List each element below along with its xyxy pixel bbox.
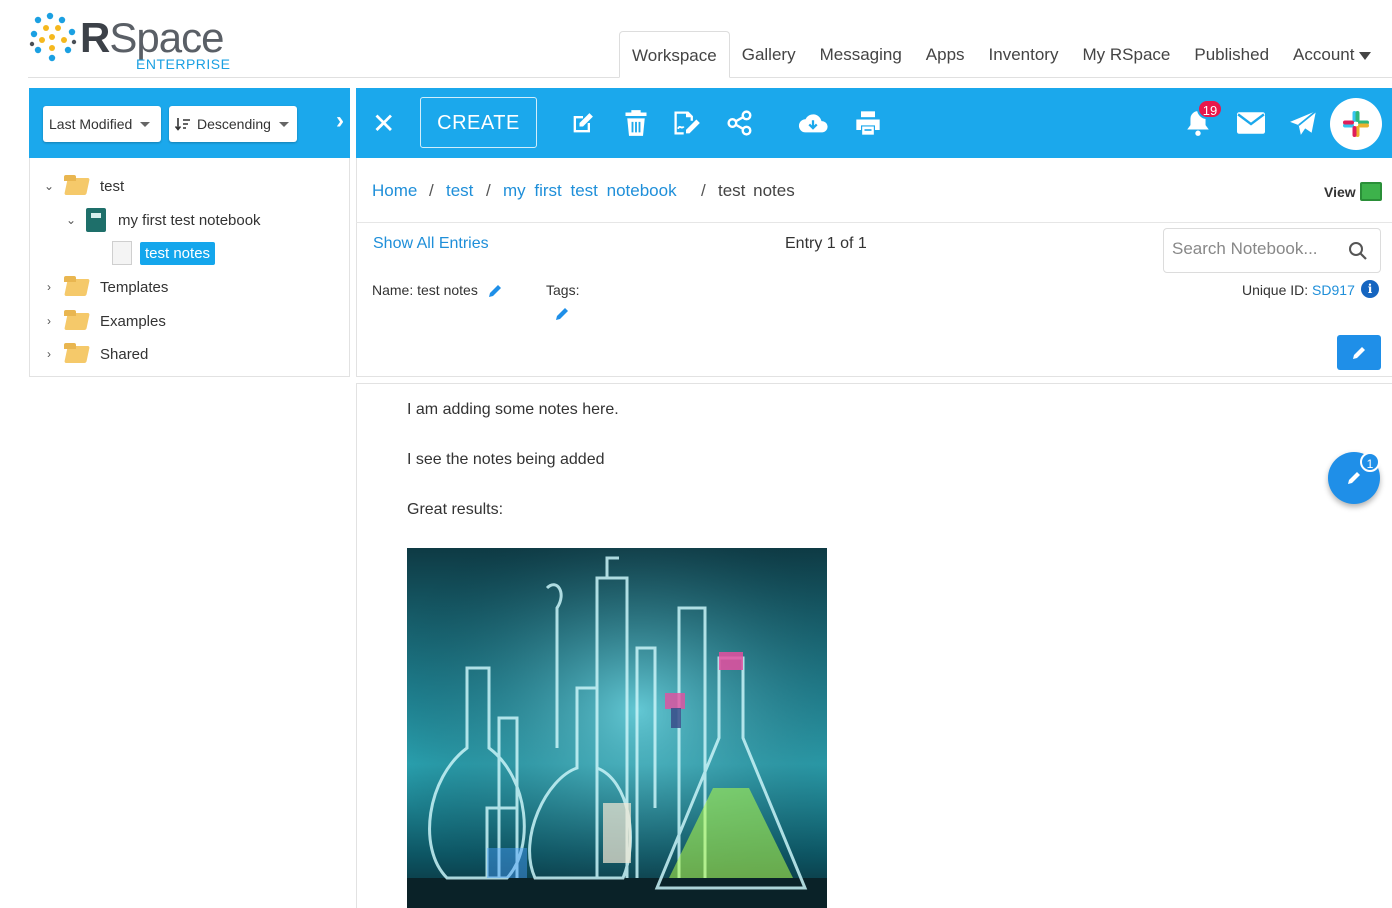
slack-icon[interactable] bbox=[1330, 98, 1382, 150]
nav-tab-workspace[interactable]: Workspace bbox=[619, 31, 730, 78]
nav-tab-my-rspace[interactable]: My RSpace bbox=[1070, 31, 1182, 78]
breadcrumb-test[interactable]: test bbox=[446, 181, 473, 201]
folder-icon bbox=[64, 276, 90, 298]
pencil-icon bbox=[1348, 472, 1360, 484]
search-icon[interactable] bbox=[1348, 241, 1368, 261]
note-paragraph[interactable]: Great results: bbox=[407, 501, 503, 519]
delete-icon[interactable] bbox=[621, 108, 651, 138]
nav-tab-messaging[interactable]: Messaging bbox=[808, 31, 914, 78]
account-label: Account bbox=[1293, 45, 1355, 64]
breadcrumb-divider bbox=[356, 222, 1392, 223]
chevron-right-icon[interactable]: › bbox=[42, 347, 56, 361]
breadcrumb-separator: / bbox=[486, 181, 491, 200]
rspace-logo[interactable]: RSpace ENTERPRISE bbox=[28, 8, 238, 74]
caret-down-icon bbox=[1359, 51, 1372, 60]
breadcrumb-notebook[interactable]: my first test notebook bbox=[503, 181, 677, 201]
logo-wordmark: RSpace bbox=[80, 14, 224, 61]
sort-descending-icon bbox=[175, 118, 190, 131]
download-icon[interactable] bbox=[798, 108, 828, 138]
nav-tab-apps[interactable]: Apps bbox=[914, 31, 977, 78]
entry-name-label: Name: test notes bbox=[372, 282, 478, 298]
tree-item-notebook[interactable]: ⌄ my first test notebook bbox=[64, 206, 261, 234]
view-mode-icon[interactable] bbox=[1360, 182, 1382, 201]
edit-entry-button[interactable] bbox=[1337, 335, 1381, 370]
tree-item-label: Examples bbox=[100, 312, 166, 330]
dropdown-arrow-icon bbox=[278, 121, 289, 127]
chevron-right-icon[interactable]: › bbox=[42, 314, 56, 328]
nav-tab-account[interactable]: Account bbox=[1281, 31, 1383, 78]
tree-item-label: Shared bbox=[100, 345, 149, 363]
show-all-entries-link[interactable]: Show All Entries bbox=[373, 235, 489, 253]
folder-icon bbox=[64, 310, 90, 332]
notification-count-badge: 19 bbox=[1197, 99, 1223, 119]
tree-item-test-notes[interactable]: test notes bbox=[112, 239, 216, 267]
breadcrumb-home[interactable]: Home bbox=[372, 181, 417, 201]
sign-icon[interactable] bbox=[671, 108, 701, 138]
tree-item-templates[interactable]: › Templates bbox=[42, 273, 168, 301]
nav-tab-inventory[interactable]: Inventory bbox=[977, 31, 1071, 78]
breadcrumb-separator: / bbox=[701, 181, 706, 200]
tree-item-examples[interactable]: › Examples bbox=[42, 307, 166, 335]
chevron-right-icon[interactable]: › bbox=[42, 280, 56, 294]
nav-tab-gallery[interactable]: Gallery bbox=[730, 31, 808, 78]
print-icon[interactable] bbox=[853, 108, 883, 138]
pencil-icon[interactable] bbox=[554, 306, 570, 322]
tree-item-label: test notes bbox=[140, 241, 216, 265]
search-input[interactable] bbox=[1172, 239, 1332, 259]
nav-tab-published[interactable]: Published bbox=[1182, 31, 1281, 78]
breadcrumb-separator: / bbox=[429, 181, 434, 200]
tree-item-shared[interactable]: › Shared bbox=[42, 340, 148, 368]
chevron-down-icon[interactable]: ⌄ bbox=[64, 213, 78, 227]
notebook-icon bbox=[86, 208, 106, 232]
send-icon[interactable] bbox=[1288, 108, 1318, 138]
unique-id-link[interactable]: SD917 bbox=[1312, 282, 1355, 298]
share-icon[interactable] bbox=[725, 108, 755, 138]
top-navigation: Workspace Gallery Messaging Apps Invento… bbox=[619, 31, 1383, 78]
main-toolbar: ✕ CREATE 19 bbox=[356, 88, 1392, 158]
chevron-right-icon[interactable]: › bbox=[336, 107, 344, 135]
unique-id: Unique ID: SD917 bbox=[1242, 282, 1355, 298]
entry-count: Entry 1 of 1 bbox=[785, 235, 867, 252]
info-icon[interactable]: i bbox=[1361, 280, 1379, 298]
pencil-icon[interactable] bbox=[487, 283, 503, 299]
chevron-down-icon[interactable]: ⌄ bbox=[42, 179, 56, 193]
file-tree: ⌄ test ⌄ my first test notebook test not… bbox=[29, 158, 350, 377]
pencil-icon bbox=[1353, 346, 1365, 359]
tree-item-test[interactable]: ⌄ test bbox=[42, 172, 124, 200]
search-notebook-field[interactable] bbox=[1163, 228, 1381, 273]
tree-item-label: my first test notebook bbox=[118, 211, 261, 229]
view-label[interactable]: View bbox=[1324, 184, 1356, 200]
fab-count-badge: 1 bbox=[1360, 452, 1380, 472]
sort-order-select[interactable]: Descending bbox=[169, 106, 297, 142]
tree-item-label: test bbox=[100, 177, 125, 195]
mail-icon[interactable] bbox=[1236, 108, 1266, 138]
edit-icon[interactable] bbox=[568, 108, 598, 138]
molecule-logo-icon bbox=[29, 12, 77, 62]
tree-item-label: Templates bbox=[100, 278, 169, 296]
lab-glassware-image[interactable] bbox=[407, 548, 827, 908]
dropdown-arrow-icon bbox=[140, 121, 151, 127]
tags-label: Tags: bbox=[546, 282, 580, 298]
create-button[interactable]: CREATE bbox=[420, 97, 537, 148]
note-paragraph[interactable]: I see the notes being added bbox=[407, 451, 605, 469]
document-icon bbox=[112, 241, 132, 265]
sort-field-select[interactable]: Last Modified bbox=[43, 106, 161, 142]
logo-edition: ENTERPRISE bbox=[136, 56, 231, 72]
sort-order-label: Descending bbox=[197, 116, 271, 132]
unique-id-label: Unique ID: bbox=[1242, 282, 1309, 298]
folder-icon bbox=[64, 175, 90, 197]
note-paragraph[interactable]: I am adding some notes here. bbox=[407, 401, 619, 419]
sidebar-toolbar: Last Modified Descending › bbox=[29, 88, 350, 158]
sort-field-label: Last Modified bbox=[49, 116, 133, 132]
folder-icon bbox=[64, 343, 90, 365]
breadcrumb-current: test notes bbox=[718, 181, 795, 200]
close-icon[interactable]: ✕ bbox=[372, 107, 395, 140]
